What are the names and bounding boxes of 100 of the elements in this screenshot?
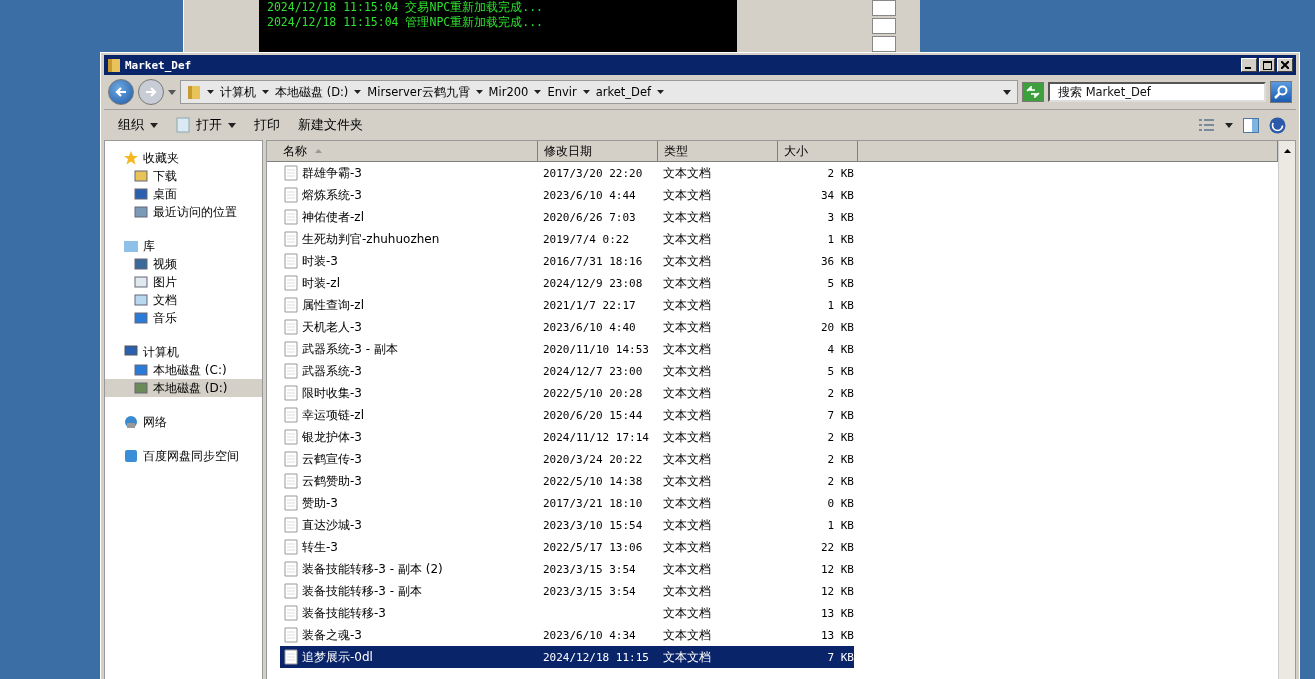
caret-icon[interactable] [1225, 122, 1233, 128]
panel-button[interactable] [872, 18, 896, 34]
file-type: 文本文档 [663, 208, 711, 226]
sidebar-item[interactable]: 音乐 [105, 309, 262, 327]
console-line: 2024/12/18 11:15:04 管理NPC重新加载完成... [267, 15, 544, 30]
file-row[interactable]: 天机老人-3 2023/6/10 4:40 文本文档 20 KB [280, 316, 854, 338]
file-type: 文本文档 [663, 538, 711, 556]
toolbar-button[interactable]: 新建文件夹 [294, 114, 367, 136]
star-icon [123, 150, 139, 166]
sidebar-item[interactable]: 下载 [105, 167, 262, 185]
close-button[interactable] [1277, 58, 1293, 72]
file-row[interactable]: 云鹤赞助-3 2022/5/10 14:38 文本文档 2 KB [280, 470, 854, 492]
caret-icon [354, 90, 362, 94]
file-size: 2 KB [827, 452, 854, 466]
sidebar-item[interactable]: 桌面 [105, 185, 262, 203]
breadcrumb-item[interactable]: Envir [547, 85, 577, 99]
file-row[interactable]: 装备之魂-3 2023/6/10 4:34 文本文档 13 KB [280, 624, 854, 646]
minimize-button[interactable] [1241, 58, 1257, 72]
breadcrumb-item[interactable]: Mirserver云鹤九霄 [367, 84, 470, 100]
text-file-icon [284, 231, 298, 247]
column-header[interactable]: 修改日期 [538, 141, 658, 161]
toolbar-button[interactable]: 组织 [114, 114, 162, 136]
file-row[interactable]: 群雄争霸-3 2017/3/20 22:20 文本文档 2 KB [280, 162, 854, 184]
sidebar-item[interactable]: 网络 [105, 413, 262, 431]
file-row[interactable]: 限时收集-3 2022/5/10 20:28 文本文档 2 KB [280, 382, 854, 404]
address-bar[interactable]: 计算机 本地磁盘 (D:) Mirserver云鹤九霄 Mir200 Envir arket_Def [180, 80, 1018, 104]
column-header[interactable]: 类型 [658, 141, 778, 161]
breadcrumb-item[interactable]: 本地磁盘 (D:) [275, 84, 349, 100]
file-type: 文本文档 [663, 384, 711, 402]
file-row[interactable]: 神佑使者-zl 2020/6/26 7:03 文本文档 3 KB [280, 206, 854, 228]
dropdown-caret-icon[interactable] [1003, 89, 1011, 95]
sidebar-item[interactable]: 图片 [105, 273, 262, 291]
file-row[interactable]: 时装-3 2016/7/31 18:16 文本文档 36 KB [280, 250, 854, 272]
file-row[interactable]: 装备技能转移-3 文本文档 13 KB [280, 602, 854, 624]
file-type: 文本文档 [663, 604, 711, 622]
refresh-arrows-icon [1026, 86, 1040, 98]
file-row[interactable]: 追梦展示-0dl 2024/12/18 11:15 文本文档 7 KB [280, 646, 854, 668]
column-header[interactable]: 名称 [267, 141, 538, 161]
file-row[interactable]: 幸运项链-zl 2020/6/20 15:44 文本文档 7 KB [280, 404, 854, 426]
close-icon [1281, 61, 1289, 69]
scrollbar[interactable] [1278, 141, 1295, 679]
text-file-icon [284, 209, 298, 225]
toolbar-button[interactable]: 打开 [172, 114, 240, 136]
sidebar-item[interactable]: 本地磁盘 (C:) [105, 361, 262, 379]
sidebar-item[interactable]: 百度网盘同步空间 [105, 447, 262, 465]
file-type: 文本文档 [663, 516, 711, 534]
folder-icon [107, 57, 121, 73]
file-type: 文本文档 [663, 186, 711, 204]
search-button[interactable] [1270, 81, 1292, 103]
sidebar-item[interactable]: 库 [105, 237, 262, 255]
breadcrumb-item[interactable]: 计算机 [220, 84, 256, 100]
panel-button[interactable] [872, 0, 896, 16]
maximize-button[interactable] [1259, 58, 1275, 72]
file-name: 武器系统-3 [302, 362, 362, 380]
sidebar-item[interactable]: 最近访问的位置 [105, 203, 262, 221]
toolbar-button[interactable]: 打印 [250, 114, 284, 136]
file-row[interactable]: 转生-3 2022/5/17 13:06 文本文档 22 KB [280, 536, 854, 558]
sidebar-item[interactable]: 本地磁盘 (D:) [105, 379, 262, 397]
back-button[interactable] [108, 79, 134, 105]
caret-icon [168, 89, 176, 95]
panel-button[interactable] [872, 36, 896, 52]
modified-date: 2023/6/10 4:40 [543, 320, 636, 334]
file-type: 文本文档 [663, 472, 711, 490]
file-row[interactable]: 熔炼系统-3 2023/6/10 4:44 文本文档 34 KB [280, 184, 854, 206]
search-field[interactable]: 搜索 Market_Def [1048, 82, 1266, 102]
file-type: 文本文档 [663, 582, 711, 600]
file-row[interactable]: 装备技能转移-3 - 副本 (2) 2023/3/15 3:54 文本文档 12 KB [280, 558, 854, 580]
breadcrumb-item[interactable]: Mir200 [488, 85, 529, 99]
file-row[interactable]: 直达沙城-3 2023/3/10 15:54 文本文档 1 KB [280, 514, 854, 536]
file-size: 4 KB [827, 342, 854, 356]
sidebar-item[interactable]: 文档 [105, 291, 262, 309]
forward-button[interactable] [138, 79, 164, 105]
file-row[interactable]: 属性查询-zl 2021/1/7 22:17 文本文档 1 KB [280, 294, 854, 316]
file-name: 装备技能转移-3 - 副本 [302, 582, 422, 600]
file-row[interactable]: 生死劫判官-zhuhuozhen 2019/7/4 0:22 文本文档 1 KB [280, 228, 854, 250]
file-row[interactable]: 云鹤宣传-3 2020/3/24 20:22 文本文档 2 KB [280, 448, 854, 470]
breadcrumb-item[interactable]: arket_Def [595, 85, 652, 99]
caret-icon [207, 90, 214, 94]
file-type: 文本文档 [663, 648, 711, 666]
file-row[interactable]: 武器系统-3 - 副本 2020/11/10 14:53 文本文档 4 KB [280, 338, 854, 360]
text-file-icon [284, 187, 298, 203]
file-row[interactable]: 武器系统-3 2024/12/7 23:00 文本文档 5 KB [280, 360, 854, 382]
file-row[interactable]: 装备技能转移-3 - 副本 2023/3/15 3:54 文本文档 12 KB [280, 580, 854, 602]
sidebar-item[interactable]: 计算机 [105, 343, 262, 361]
file-row[interactable]: 赞助-3 2017/3/21 18:10 文本文档 0 KB [280, 492, 854, 514]
place-icon [133, 256, 149, 272]
column-header[interactable]: 大小 [778, 141, 858, 161]
file-name: 天机老人-3 [302, 318, 362, 336]
refresh-button[interactable] [1022, 82, 1044, 102]
file-row[interactable]: 时装-zl 2024/12/9 23:08 文本文档 5 KB [280, 272, 854, 294]
place-icon [133, 186, 149, 202]
text-file-icon [284, 275, 298, 291]
modified-date: 2023/3/10 15:54 [543, 518, 643, 532]
file-type: 文本文档 [663, 450, 711, 468]
modified-date: 2020/11/10 14:53 [543, 342, 649, 356]
file-row[interactable]: 银龙护体-3 2024/11/12 17:14 文本文档 2 KB [280, 426, 854, 448]
sidebar-item[interactable]: 收藏夹 [105, 149, 262, 167]
sidebar-item[interactable]: 视频 [105, 255, 262, 273]
preview-pane-icon[interactable] [1243, 117, 1259, 133]
caret-icon [534, 90, 542, 94]
